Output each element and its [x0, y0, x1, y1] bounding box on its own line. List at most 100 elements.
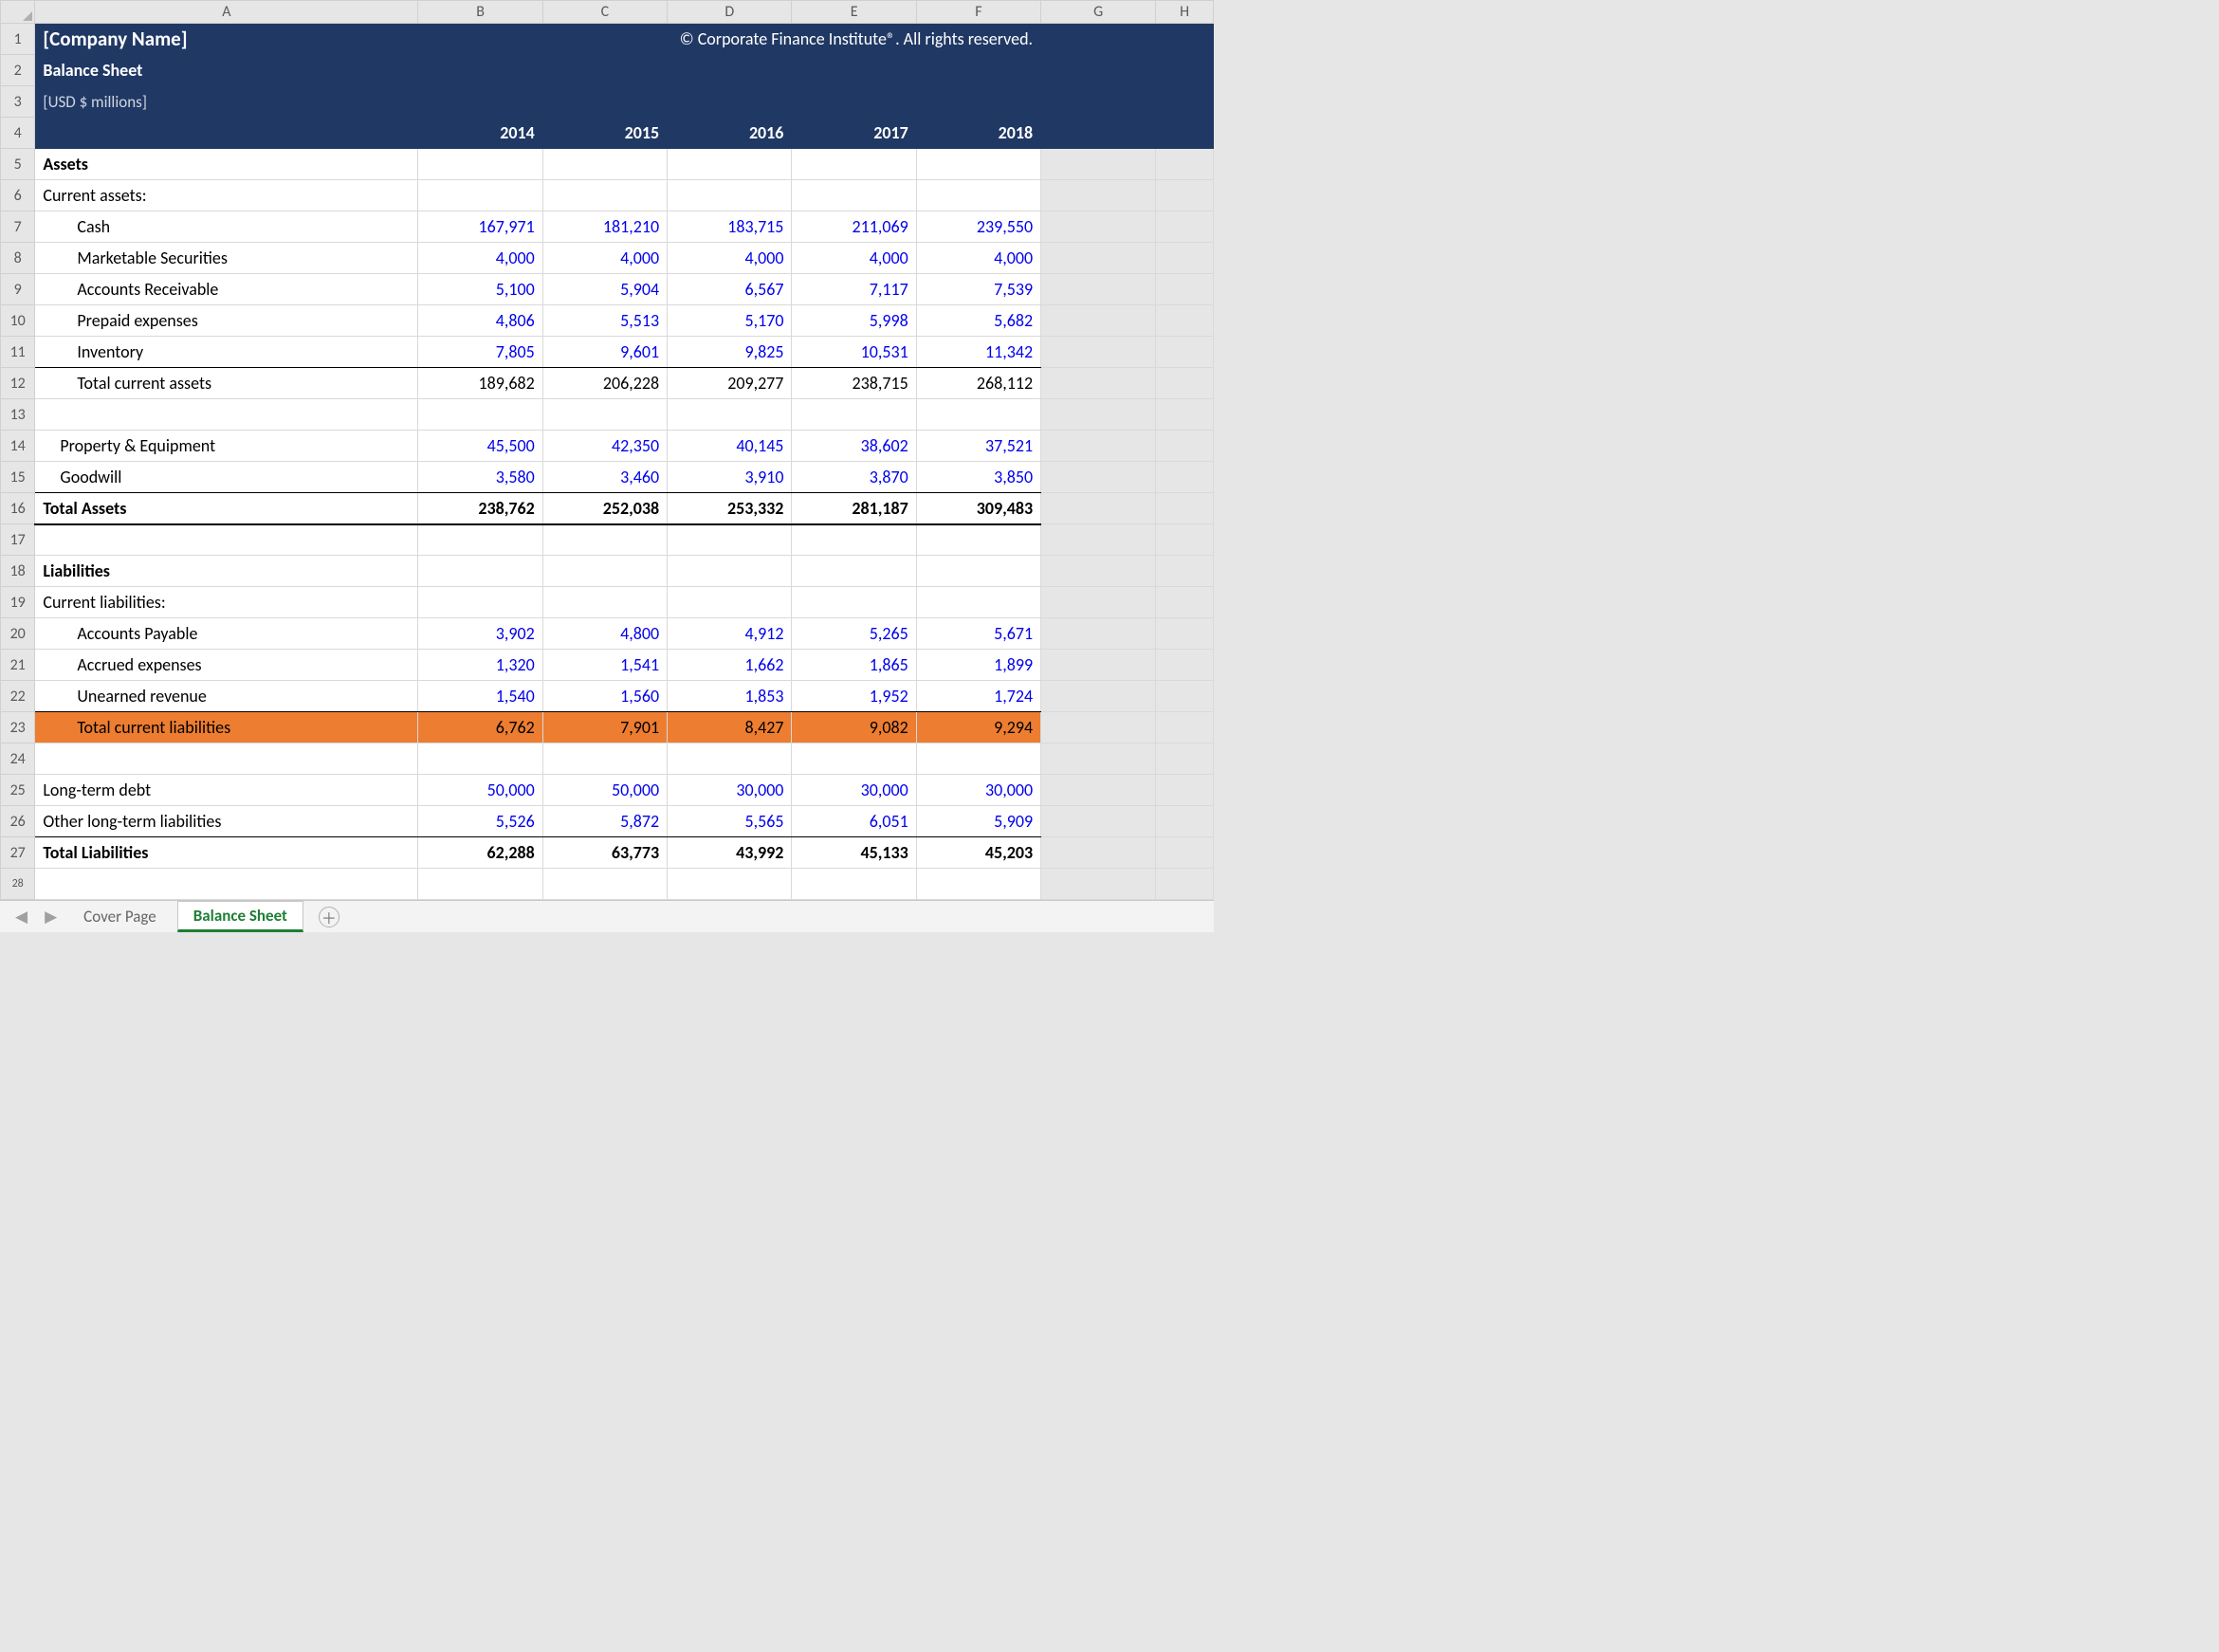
- cell-value[interactable]: 281,187: [792, 493, 916, 524]
- cell[interactable]: [1156, 587, 1214, 618]
- cell-value[interactable]: 38,602: [792, 431, 916, 462]
- cell-value[interactable]: 3,910: [668, 462, 792, 493]
- cell-value[interactable]: 1,662: [668, 650, 792, 681]
- cell-value[interactable]: 9,082: [792, 712, 916, 743]
- cell[interactable]: [1156, 55, 1214, 86]
- table-row[interactable]: 26 Other long-term liabilities 5,526 5,8…: [1, 806, 1214, 837]
- cell[interactable]: [1156, 806, 1214, 837]
- cell[interactable]: [668, 399, 792, 431]
- cell-value[interactable]: 5,170: [668, 305, 792, 337]
- cell-line-label[interactable]: Property & Equipment: [43, 435, 215, 456]
- cell[interactable]: [1041, 305, 1156, 337]
- table-row[interactable]: 14 Property & Equipment 45,500 42,350 40…: [1, 431, 1214, 462]
- cell-value[interactable]: 5,526: [418, 806, 542, 837]
- col-header-A[interactable]: A: [35, 1, 418, 24]
- cell-value[interactable]: 6,051: [792, 806, 916, 837]
- cell[interactable]: [916, 556, 1040, 587]
- cell-value[interactable]: 5,904: [542, 274, 667, 305]
- cell-value[interactable]: 3,870: [792, 462, 916, 493]
- select-all-corner[interactable]: [1, 1, 35, 24]
- cell[interactable]: [916, 180, 1040, 211]
- cell[interactable]: [1041, 149, 1156, 180]
- cell-value[interactable]: 11,342: [916, 337, 1040, 368]
- cell[interactable]: [1156, 837, 1214, 869]
- row-header[interactable]: 17: [1, 524, 35, 556]
- cell-value[interactable]: 7,117: [792, 274, 916, 305]
- cell-value[interactable]: 4,912: [668, 618, 792, 650]
- cell[interactable]: [792, 524, 916, 556]
- cell[interactable]: [1041, 493, 1156, 524]
- cell[interactable]: [1041, 806, 1156, 837]
- row-header[interactable]: 6: [1, 180, 35, 211]
- cell[interactable]: [792, 587, 916, 618]
- spreadsheet-grid[interactable]: A B C D E F G H 1 [Company Name] © Corpo…: [0, 0, 1214, 900]
- cell[interactable]: [35, 869, 418, 900]
- cell-line-label[interactable]: Accrued expenses: [43, 654, 201, 675]
- col-header-F[interactable]: F: [916, 1, 1040, 24]
- cell[interactable]: [916, 524, 1040, 556]
- cell-value[interactable]: 4,800: [542, 618, 667, 650]
- cell[interactable]: [1156, 337, 1214, 368]
- cell-value[interactable]: 238,762: [418, 493, 542, 524]
- cell-section-heading[interactable]: Liabilities: [35, 556, 418, 587]
- cell[interactable]: [1156, 775, 1214, 806]
- row-header[interactable]: 26: [1, 806, 35, 837]
- cell-line-label[interactable]: Goodwill: [43, 467, 121, 487]
- cell[interactable]: [542, 55, 667, 86]
- cell[interactable]: [1041, 618, 1156, 650]
- col-header-G[interactable]: G: [1041, 1, 1156, 24]
- table-row[interactable]: 12 Total current assets 189,682 206,228 …: [1, 368, 1214, 399]
- cell[interactable]: [418, 556, 542, 587]
- cell-value[interactable]: 3,580: [418, 462, 542, 493]
- table-row[interactable]: 24: [1, 743, 1214, 775]
- row-header[interactable]: 15: [1, 462, 35, 493]
- cell-value[interactable]: 7,805: [418, 337, 542, 368]
- cell[interactable]: [1156, 305, 1214, 337]
- cell-value[interactable]: 50,000: [542, 775, 667, 806]
- cell[interactable]: [418, 524, 542, 556]
- cell-company-name[interactable]: [Company Name]: [35, 24, 418, 55]
- cell-value[interactable]: 3,460: [542, 462, 667, 493]
- cell-value[interactable]: 183,715: [668, 211, 792, 243]
- table-row[interactable]: 9 Accounts Receivable 5,100 5,904 6,567 …: [1, 274, 1214, 305]
- cell[interactable]: [1041, 180, 1156, 211]
- cell-value[interactable]: 1,724: [916, 681, 1040, 712]
- cell-value[interactable]: 309,483: [916, 493, 1040, 524]
- cell-value[interactable]: 181,210: [542, 211, 667, 243]
- cell-value[interactable]: 9,825: [668, 337, 792, 368]
- cell[interactable]: [1041, 650, 1156, 681]
- column-header-row[interactable]: A B C D E F G H: [1, 1, 1214, 24]
- cell[interactable]: [668, 86, 792, 118]
- cell-value[interactable]: 5,909: [916, 806, 1040, 837]
- row-header[interactable]: 28: [1, 869, 35, 900]
- cell-value[interactable]: 1,560: [542, 681, 667, 712]
- tab-balance-sheet[interactable]: Balance Sheet: [177, 901, 303, 932]
- cell-value[interactable]: 40,145: [668, 431, 792, 462]
- cell[interactable]: [668, 587, 792, 618]
- cell[interactable]: [1041, 243, 1156, 274]
- row-header[interactable]: 1: [1, 24, 35, 55]
- cell-value[interactable]: 6,567: [668, 274, 792, 305]
- cell[interactable]: [916, 55, 1040, 86]
- cell[interactable]: [1156, 493, 1214, 524]
- cell[interactable]: [1041, 274, 1156, 305]
- cell-value[interactable]: 239,550: [916, 211, 1040, 243]
- cell[interactable]: [1156, 556, 1214, 587]
- prev-sheet-icon[interactable]: ◀: [9, 907, 33, 927]
- table-row[interactable]: 18 Liabilities: [1, 556, 1214, 587]
- cell[interactable]: [542, 149, 667, 180]
- cell-line-label[interactable]: Cash: [43, 216, 110, 237]
- cell-value[interactable]: 1,865: [792, 650, 916, 681]
- cell-value[interactable]: 45,133: [792, 837, 916, 869]
- cell-value[interactable]: 5,998: [792, 305, 916, 337]
- table-row[interactable]: 16 Total Assets 238,762 252,038 253,332 …: [1, 493, 1214, 524]
- cell-value[interactable]: 4,000: [668, 243, 792, 274]
- cell-year[interactable]: 2018: [916, 118, 1040, 149]
- cell[interactable]: [1156, 712, 1214, 743]
- cell[interactable]: [35, 743, 418, 775]
- cell-value[interactable]: 9,294: [916, 712, 1040, 743]
- row-header[interactable]: 2: [1, 55, 35, 86]
- cell-sheet-title[interactable]: Balance Sheet: [35, 55, 418, 86]
- cell-line-label[interactable]: Total current liabilities: [43, 717, 230, 738]
- row-header[interactable]: 12: [1, 368, 35, 399]
